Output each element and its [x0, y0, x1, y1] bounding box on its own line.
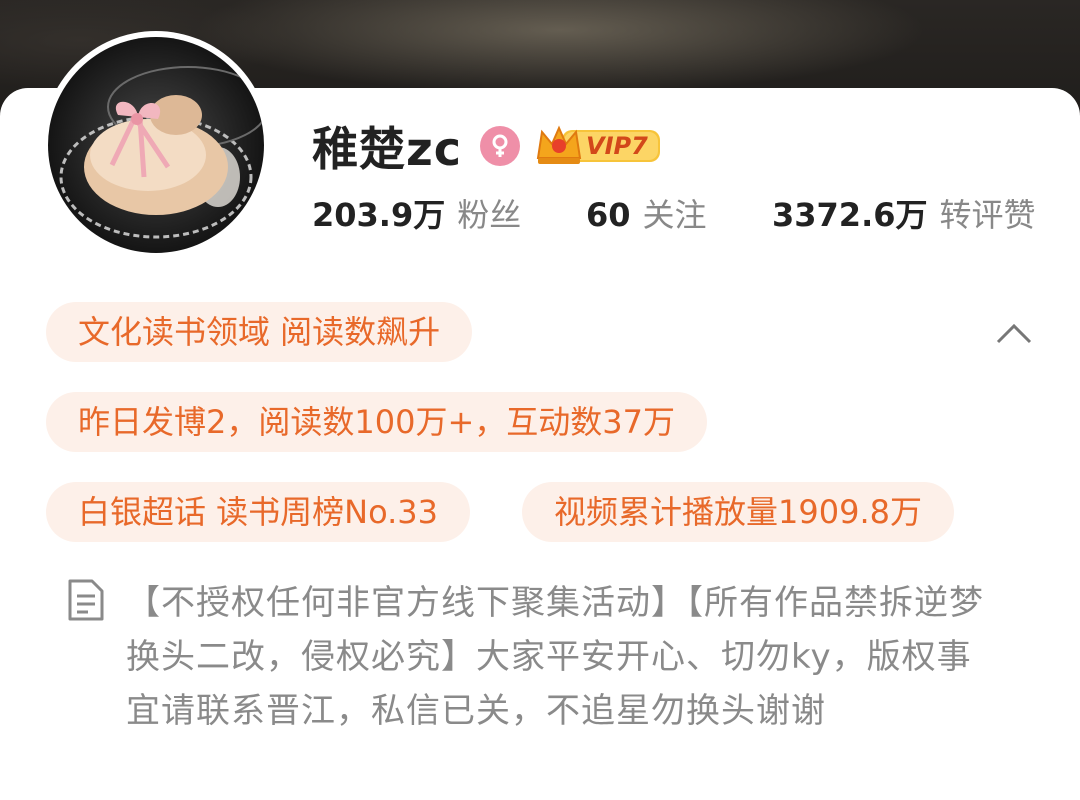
- stat-following-label: 关注: [642, 196, 707, 234]
- profile-screen: 稚楚zc VIP7 203.9万 粉丝 60 关注 3372.6万 转评赞 文化…: [0, 0, 1080, 800]
- avatar[interactable]: [42, 31, 270, 259]
- chevron-up-icon[interactable]: [994, 318, 1034, 348]
- bio-text[interactable]: 【不授权任何非官方线下聚集活动】【所有作品禁拆逆梦换头二改，侵权必究】大家平安开…: [126, 576, 992, 738]
- name-row: 稚楚zc VIP7: [312, 118, 664, 176]
- stat-likes-label: 转评赞: [939, 196, 1036, 234]
- stat-following[interactable]: 60 关注: [586, 190, 707, 236]
- user-name[interactable]: 稚楚zc: [312, 113, 462, 179]
- stat-following-count: 60: [586, 196, 631, 234]
- tag-super-topic[interactable]: 白银超话 读书周榜No.33: [46, 482, 471, 542]
- vip-label: VIP7: [586, 132, 648, 160]
- female-icon: [480, 126, 521, 166]
- stat-fans-count: 203.9万: [312, 196, 446, 234]
- tag-yesterday-stats[interactable]: 昨日发博2，阅读数100万+，互动数37万: [46, 392, 707, 452]
- tag-reading-domain[interactable]: 文化读书领域 阅读数飙升: [46, 302, 473, 362]
- stat-fans[interactable]: 203.9万 粉丝: [312, 190, 521, 236]
- vip-badge[interactable]: VIP7: [534, 122, 664, 170]
- stat-likes[interactable]: 3372.6万 转评赞: [772, 190, 1036, 236]
- tag-video-plays[interactable]: 视频累计播放量1909.8万: [522, 482, 954, 542]
- stat-fans-label: 粉丝: [457, 196, 522, 234]
- stat-likes-count: 3372.6万: [772, 196, 928, 234]
- document-icon: [68, 579, 104, 621]
